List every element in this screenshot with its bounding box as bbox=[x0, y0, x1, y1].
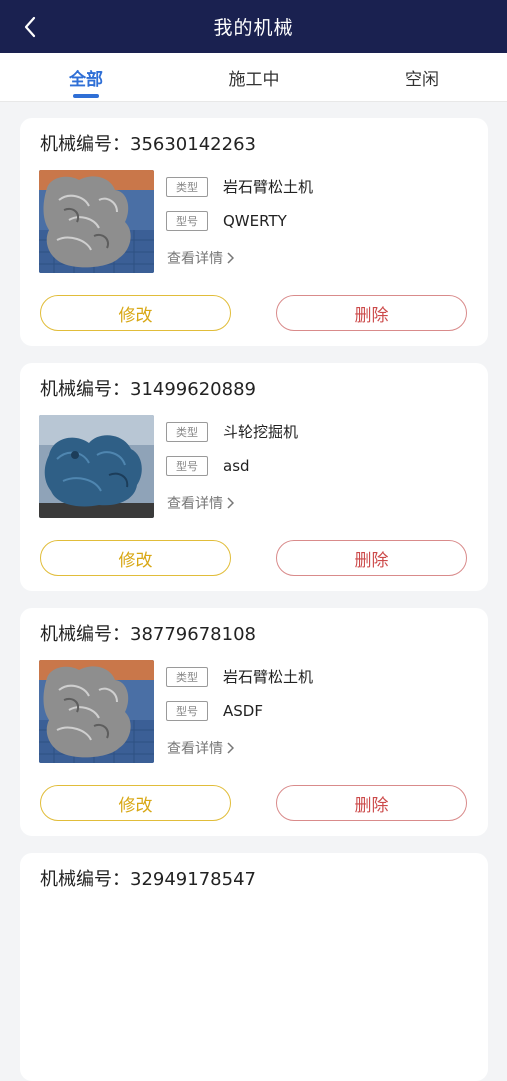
details-label: 查看详情 bbox=[167, 251, 223, 267]
tab-active-indicator bbox=[73, 94, 99, 98]
tab-all[interactable]: 全部 bbox=[31, 53, 141, 101]
model-row: 型号 asd bbox=[166, 456, 250, 476]
back-button[interactable] bbox=[18, 12, 42, 42]
type-tag: 类型 bbox=[166, 421, 208, 442]
machine-serial: 机械编号：32949178547 bbox=[40, 869, 256, 890]
tab-label: 空闲 bbox=[405, 69, 439, 90]
details-label: 查看详情 bbox=[167, 741, 223, 757]
tab-working[interactable]: 施工中 bbox=[199, 53, 309, 101]
machine-serial: 机械编号：31499620889 bbox=[40, 379, 256, 400]
view-details-link[interactable]: 查看详情 bbox=[167, 248, 234, 268]
view-details-link[interactable]: 查看详情 bbox=[167, 738, 234, 758]
type-value: 斗轮挖掘机 bbox=[223, 423, 299, 441]
delete-button[interactable]: 删除 bbox=[276, 785, 467, 821]
type-value: 岩石臂松土机 bbox=[223, 668, 314, 686]
machine-photo[interactable] bbox=[39, 415, 154, 518]
type-tag: 类型 bbox=[166, 666, 208, 687]
chevron-right-icon bbox=[227, 742, 234, 754]
model-row: 型号 ASDF bbox=[166, 701, 263, 721]
machine-serial: 机械编号：35630142263 bbox=[40, 134, 256, 155]
delete-button[interactable]: 删除 bbox=[276, 540, 467, 576]
edit-button[interactable]: 修改 bbox=[40, 295, 231, 331]
machine-card: 机械编号：38779678108 类型 岩石臂松土机 型号 ASDF 查看详情 … bbox=[20, 608, 488, 836]
view-details-link[interactable]: 查看详情 bbox=[167, 493, 234, 513]
type-row: 类型 岩石臂松土机 bbox=[166, 176, 313, 197]
model-tag: 型号 bbox=[166, 456, 208, 476]
details-label: 查看详情 bbox=[167, 496, 223, 512]
model-tag: 型号 bbox=[166, 701, 208, 721]
type-value: 岩石臂松土机 bbox=[223, 178, 314, 196]
chevron-left-icon bbox=[24, 16, 36, 38]
edit-button[interactable]: 修改 bbox=[40, 785, 231, 821]
tab-label: 施工中 bbox=[228, 69, 280, 90]
chevron-right-icon bbox=[227, 252, 234, 264]
type-tag: 类型 bbox=[166, 176, 208, 197]
model-tag: 型号 bbox=[166, 211, 208, 231]
model-value: ASDF bbox=[223, 702, 263, 720]
type-row: 类型 斗轮挖掘机 bbox=[166, 421, 298, 442]
model-value: asd bbox=[223, 457, 250, 475]
chevron-right-icon bbox=[227, 497, 234, 509]
tab-idle[interactable]: 空闲 bbox=[367, 53, 477, 101]
edit-button[interactable]: 修改 bbox=[40, 540, 231, 576]
model-row: 型号 QWERTY bbox=[166, 211, 287, 231]
nav-bar: 我的机械 bbox=[0, 0, 507, 53]
machine-card: 机械编号：31499620889 类型 斗轮挖掘机 型号 asd 查看详情 修改… bbox=[20, 363, 488, 591]
machine-serial: 机械编号：38779678108 bbox=[40, 624, 256, 645]
model-value: QWERTY bbox=[223, 212, 287, 230]
machine-card: 机械编号：35630142263 类型 岩石臂松土机 型号 QWERTY 查看详… bbox=[20, 118, 488, 346]
machine-card: 机械编号：32949178547 bbox=[20, 853, 488, 1081]
type-row: 类型 岩石臂松土机 bbox=[166, 666, 313, 687]
tab-bar: 全部 施工中 空闲 bbox=[0, 53, 507, 102]
delete-button[interactable]: 删除 bbox=[276, 295, 467, 331]
page-title: 我的机械 bbox=[213, 17, 294, 39]
machine-photo[interactable] bbox=[39, 660, 154, 763]
tab-label: 全部 bbox=[69, 69, 103, 90]
machine-photo[interactable] bbox=[39, 170, 154, 273]
